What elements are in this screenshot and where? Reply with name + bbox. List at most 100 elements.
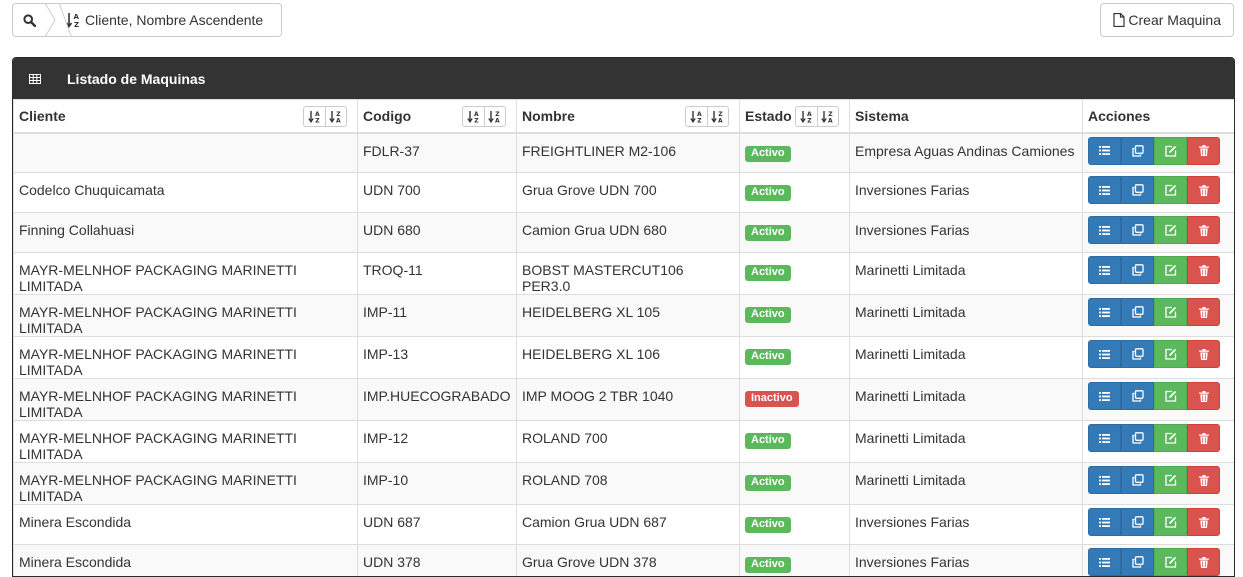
delete-button[interactable] [1187, 137, 1220, 165]
cell-acciones [1083, 133, 1235, 173]
view-detail-button[interactable] [1088, 466, 1121, 494]
table-row: MAYR-MELNHOF PACKAGING MARINETTI LIMITAD… [14, 379, 1235, 421]
copy-button[interactable] [1121, 137, 1154, 165]
table-row: Minera EscondidaUDN 687Camion Grua UDN 6… [14, 505, 1235, 545]
copy-button[interactable] [1121, 176, 1154, 204]
view-detail-button[interactable] [1088, 424, 1121, 452]
cell-nombre: HEIDELBERG XL 106 [517, 337, 740, 379]
cell-acciones [1083, 545, 1235, 577]
delete-button[interactable] [1187, 298, 1220, 326]
delete-button[interactable] [1187, 256, 1220, 284]
cell-codigo: UDN 680 [358, 213, 517, 253]
cell-acciones [1083, 505, 1235, 545]
status-badge: Activo [745, 185, 791, 201]
delete-button[interactable] [1187, 176, 1220, 204]
copy-icon [1132, 224, 1144, 236]
status-badge: Activo [745, 265, 791, 281]
delete-button[interactable] [1187, 382, 1220, 410]
sort-asc-button[interactable]: AZ [304, 107, 325, 126]
table-row: MAYR-MELNHOF PACKAGING MARINETTI LIMITAD… [14, 295, 1235, 337]
cell-acciones [1083, 295, 1235, 337]
cell-nombre: BOBST MASTERCUT106 PER3.0 [517, 253, 740, 295]
cell-codigo: IMP-11 [358, 295, 517, 337]
delete-button[interactable] [1187, 466, 1220, 494]
edit-button[interactable] [1154, 382, 1187, 410]
delete-button[interactable] [1187, 340, 1220, 368]
trash-icon [1199, 265, 1209, 276]
list-icon [1099, 186, 1110, 195]
edit-button[interactable] [1154, 256, 1187, 284]
trash-icon [1199, 517, 1209, 528]
view-detail-button[interactable] [1088, 298, 1121, 326]
delete-button[interactable] [1187, 508, 1220, 536]
sort-desc-button[interactable]: ZA [707, 107, 728, 126]
sort-asc-button[interactable]: AZ [796, 107, 817, 126]
trash-icon [1199, 557, 1209, 568]
sort-asc-button[interactable]: AZ [686, 107, 707, 126]
cell-estado: Activo [740, 253, 850, 295]
view-detail-button[interactable] [1088, 216, 1121, 244]
copy-button[interactable] [1121, 216, 1154, 244]
svg-text:A: A [495, 118, 500, 124]
list-icon [1099, 226, 1110, 235]
edit-icon [1165, 390, 1177, 402]
copy-button[interactable] [1121, 424, 1154, 452]
cell-nombre: Camion Grua UDN 687 [517, 505, 740, 545]
copy-button[interactable] [1121, 340, 1154, 368]
cell-nombre: FREIGHTLINER M2-106 [517, 133, 740, 173]
copy-button[interactable] [1121, 256, 1154, 284]
view-detail-button[interactable] [1088, 382, 1121, 410]
copy-button[interactable] [1121, 466, 1154, 494]
copy-icon [1132, 432, 1144, 444]
copy-button[interactable] [1121, 382, 1154, 410]
create-machine-button[interactable]: Crear Maquina [1100, 3, 1234, 37]
sort-breadcrumb: A Z Cliente, Nombre Ascendente [12, 3, 282, 37]
delete-button[interactable] [1187, 216, 1220, 244]
sort-desc-button[interactable]: ZA [325, 107, 346, 126]
edit-icon [1165, 145, 1177, 157]
cell-cliente: MAYR-MELNHOF PACKAGING MARINETTI LIMITAD… [14, 337, 358, 379]
edit-button[interactable] [1154, 298, 1187, 326]
svg-text:Z: Z [697, 118, 702, 124]
edit-button[interactable] [1154, 137, 1187, 165]
sort-order-button[interactable]: A Z Cliente, Nombre Ascendente [46, 3, 282, 37]
row-actions [1088, 216, 1229, 244]
view-detail-button[interactable] [1088, 340, 1121, 368]
edit-button[interactable] [1154, 340, 1187, 368]
sort-order-label: Cliente, Nombre Ascendente [85, 12, 263, 28]
trash-icon [1199, 475, 1209, 486]
cell-cliente: MAYR-MELNHOF PACKAGING MARINETTI LIMITAD… [14, 253, 358, 295]
search-button[interactable] [12, 3, 46, 37]
svg-text:Z: Z [315, 118, 320, 124]
copy-button[interactable] [1121, 298, 1154, 326]
cell-estado: Activo [740, 463, 850, 505]
edit-icon [1165, 432, 1177, 444]
trash-icon [1199, 225, 1209, 236]
copy-icon [1132, 556, 1144, 568]
view-detail-button[interactable] [1088, 176, 1121, 204]
cell-codigo: UDN 378 [358, 545, 517, 577]
machines-table: Cliente AZ ZA Codigo AZ ZA Nombre [13, 99, 1235, 577]
edit-button[interactable] [1154, 216, 1187, 244]
table-row: MAYR-MELNHOF PACKAGING MARINETTI LIMITAD… [14, 463, 1235, 505]
edit-button[interactable] [1154, 466, 1187, 494]
edit-button[interactable] [1154, 424, 1187, 452]
cell-nombre: Grua Grove UDN 378 [517, 545, 740, 577]
cell-nombre: IMP MOOG 2 TBR 1040 [517, 379, 740, 421]
edit-button[interactable] [1154, 176, 1187, 204]
sort-desc-button[interactable]: ZA [484, 107, 505, 126]
edit-icon [1165, 516, 1177, 528]
view-detail-button[interactable] [1088, 508, 1121, 536]
cell-estado: Inactivo [740, 379, 850, 421]
table-row: Finning CollahuasiUDN 680Camion Grua UDN… [14, 213, 1235, 253]
view-detail-button[interactable] [1088, 256, 1121, 284]
sort-asc-button[interactable]: AZ [463, 107, 484, 126]
cell-estado: Activo [740, 421, 850, 463]
table-row: Codelco ChuquicamataUDN 700Grua Grove UD… [14, 173, 1235, 213]
view-detail-button[interactable] [1088, 137, 1121, 165]
copy-button[interactable] [1121, 508, 1154, 536]
sort-desc-button[interactable]: ZA [817, 107, 838, 126]
edit-button[interactable] [1154, 508, 1187, 536]
delete-button[interactable] [1187, 424, 1220, 452]
cell-sistema: Marinetti Limitada [850, 295, 1083, 337]
